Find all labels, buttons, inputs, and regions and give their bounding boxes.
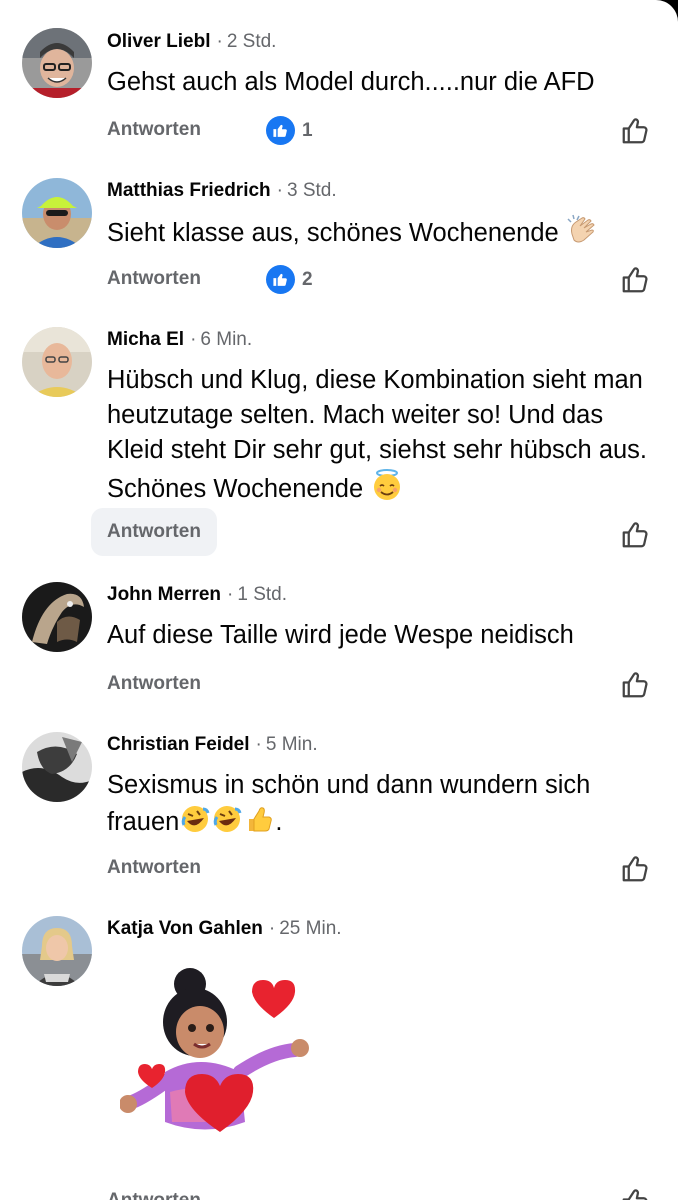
- thumbs-up-outline-icon[interactable]: [620, 854, 650, 884]
- like-reaction-icon: [266, 116, 295, 145]
- thumbs-up-outline-icon[interactable]: [620, 520, 650, 550]
- separator-dot: ·: [255, 734, 262, 755]
- comment-meta: Oliver Liebl · 2 Std.: [107, 31, 276, 53]
- rolling-laughing-emoji-icon: [182, 806, 210, 832]
- comment-text: Sieht klasse aus, schönes Wochenende: [107, 214, 662, 251]
- avatar[interactable]: [22, 327, 92, 397]
- thumbs-up-outline-icon[interactable]: [620, 1187, 650, 1200]
- author-name[interactable]: Matthias Friedrich: [107, 180, 271, 201]
- reply-button[interactable]: Antworten: [107, 857, 201, 879]
- comment-meta: Katja Von Gahlen · 25 Min.: [107, 918, 342, 940]
- separator-dot: ·: [227, 584, 234, 605]
- like-reaction-icon: [266, 265, 295, 294]
- separator-dot: ·: [216, 31, 223, 52]
- thumbs-up-emoji-icon: [249, 807, 273, 832]
- comment-text: Sexismus in schön und dann wundern sich …: [107, 768, 662, 840]
- thumbs-up-outline-icon[interactable]: [620, 670, 650, 700]
- comment-text-body: Sieht klasse aus, schönes Wochenende: [107, 219, 559, 247]
- reply-button[interactable]: Antworten: [91, 508, 217, 556]
- author-name[interactable]: Oliver Liebl: [107, 31, 210, 52]
- comment-text: Gehst auch als Model durch.....nur die A…: [107, 68, 595, 96]
- comment-time[interactable]: 25 Min.: [279, 918, 341, 939]
- comment-time[interactable]: 2 Std.: [227, 31, 277, 52]
- comment-meta: John Merren · 1 Std.: [107, 584, 287, 606]
- reply-button[interactable]: Antworten: [107, 268, 201, 290]
- rolling-laughing-emoji-icon: [214, 806, 242, 832]
- author-name[interactable]: Christian Feidel: [107, 734, 250, 755]
- comment-time[interactable]: 6 Min.: [200, 329, 252, 350]
- clapping-hands-emoji-icon: [567, 214, 595, 243]
- avatar[interactable]: [22, 732, 92, 802]
- comment-time[interactable]: 3 Std.: [287, 180, 337, 201]
- hug-hearts-sticker[interactable]: [120, 962, 320, 1142]
- author-name[interactable]: Micha El: [107, 329, 184, 350]
- avatar[interactable]: [22, 28, 92, 98]
- separator-dot: ·: [268, 918, 276, 939]
- reply-button[interactable]: Antworten: [107, 673, 201, 695]
- reaction-summary[interactable]: 2: [266, 265, 313, 294]
- thumbs-up-outline-icon[interactable]: [620, 116, 650, 146]
- separator-dot: ·: [276, 180, 283, 201]
- thumbs-up-outline-icon[interactable]: [620, 265, 650, 295]
- reaction-summary[interactable]: 1: [266, 116, 313, 145]
- comment-time[interactable]: 5 Min.: [266, 734, 318, 755]
- avatar[interactable]: [22, 916, 92, 986]
- author-name[interactable]: Katja Von Gahlen: [107, 918, 263, 939]
- comment-meta: Micha El · 6 Min.: [107, 329, 252, 351]
- comment-meta: Christian Feidel · 5 Min.: [107, 734, 318, 756]
- separator-dot: ·: [190, 329, 197, 350]
- reaction-count: 1: [302, 119, 313, 141]
- smiling-face-with-halo-emoji-icon: [374, 469, 401, 500]
- comments-sheet: Oliver Liebl · 2 Std. Gehst auch als Model…: [0, 0, 678, 1200]
- author-name[interactable]: John Merren: [107, 584, 221, 605]
- comment-text: Auf diese Taille wird jede Wespe neidisc…: [107, 621, 574, 649]
- reply-button[interactable]: Antworten: [107, 1190, 201, 1200]
- comment-text: Hübsch und Klug, diese Kombination sieht…: [107, 363, 662, 507]
- comment-time[interactable]: 1 Std.: [237, 584, 287, 605]
- avatar[interactable]: [22, 582, 92, 652]
- reply-button[interactable]: Antworten: [107, 119, 201, 141]
- reaction-count: 2: [302, 268, 313, 290]
- comment-meta: Matthias Friedrich · 3 Std.: [107, 180, 337, 202]
- avatar[interactable]: [22, 178, 92, 248]
- comment-text-end: .: [275, 808, 283, 836]
